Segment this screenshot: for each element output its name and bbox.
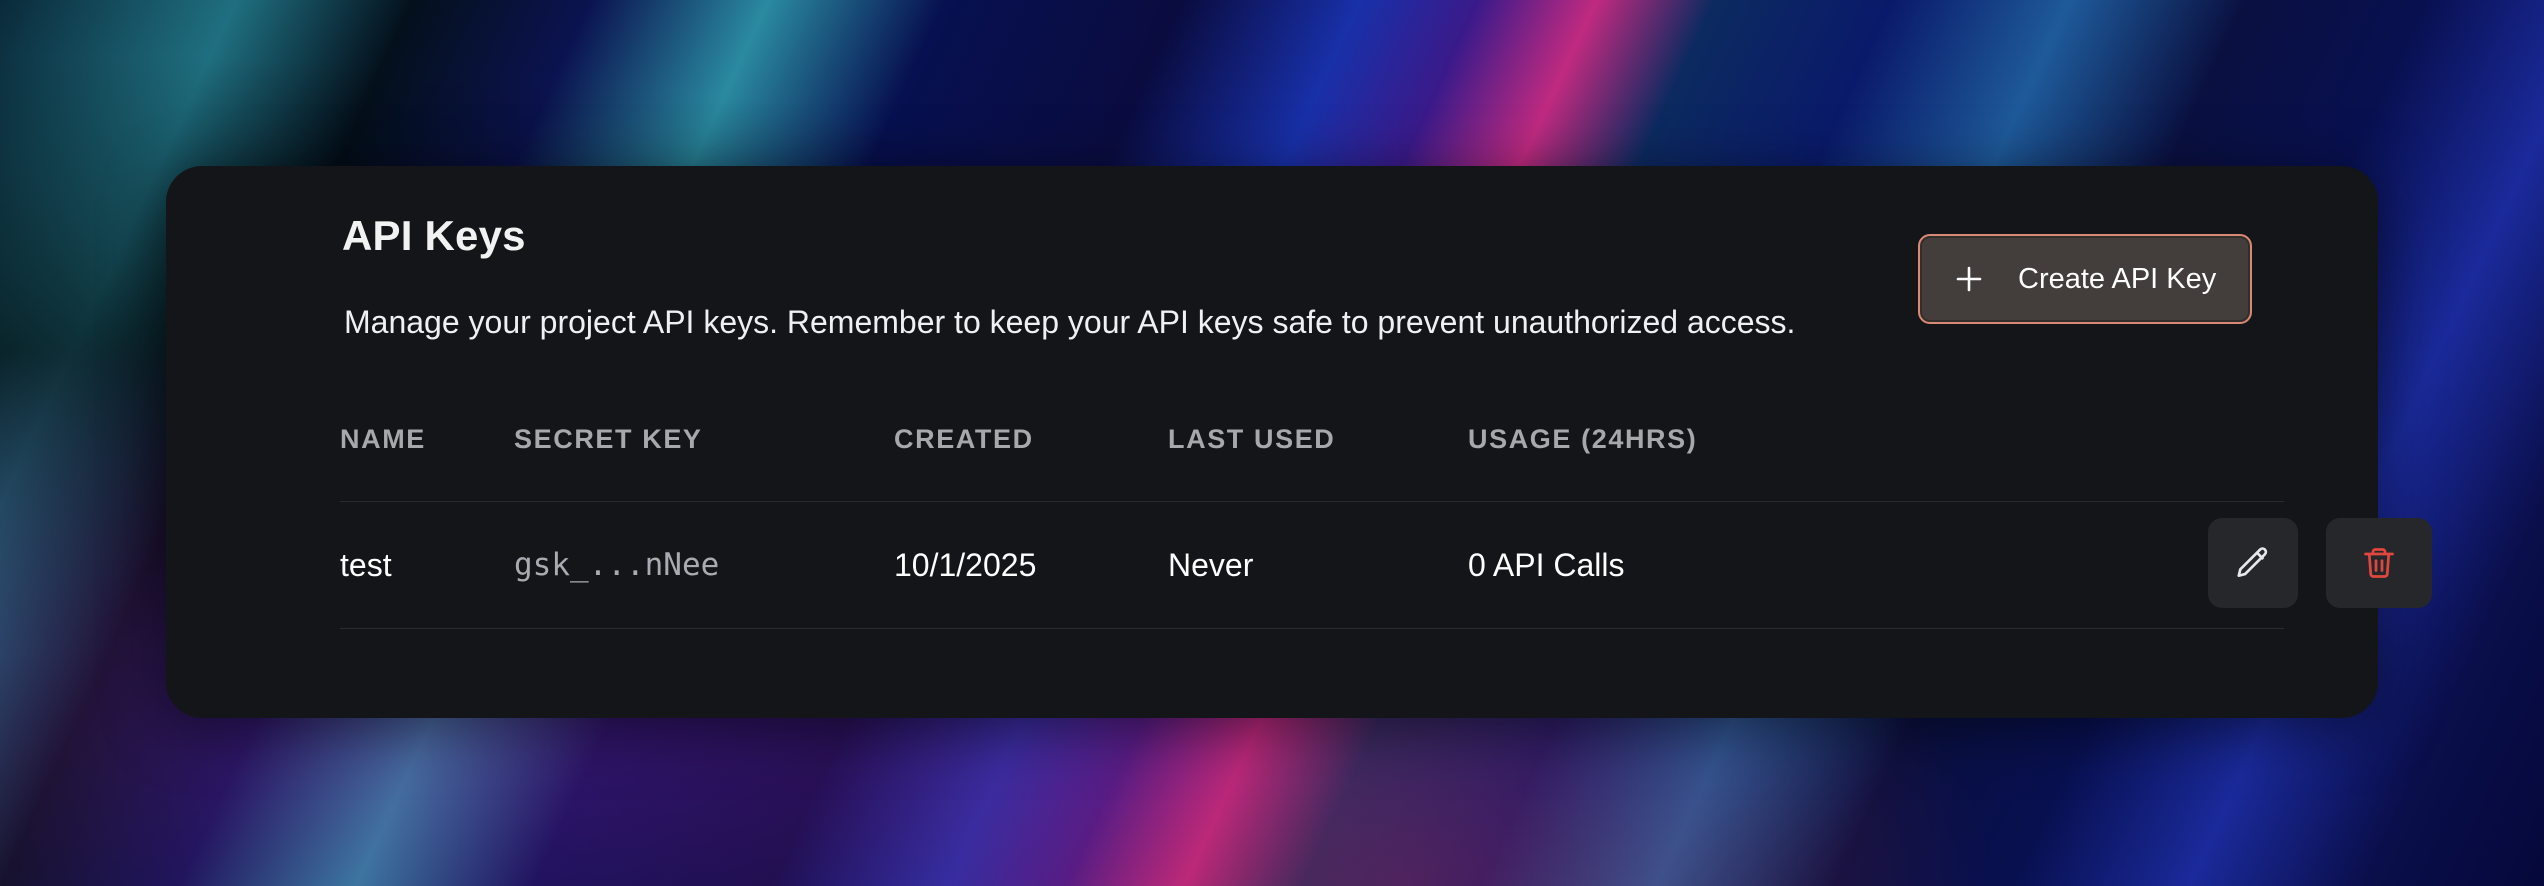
column-header-usage: USAGE (24HRS) xyxy=(1468,424,1698,454)
created-date: 10/1/2025 xyxy=(894,546,1037,583)
pencil-icon xyxy=(2237,547,2268,578)
plus-icon xyxy=(1956,266,1982,292)
edit-key-button[interactable] xyxy=(2208,518,2298,608)
row-divider xyxy=(340,628,2284,629)
column-header-secret-key: SECRET KEY xyxy=(514,424,703,454)
page-title: API Keys xyxy=(342,212,526,259)
create-api-key-label: Create API Key xyxy=(2018,262,2217,295)
create-api-key-button[interactable]: Create API Key xyxy=(1918,234,2252,324)
column-header-created: CREATED xyxy=(894,424,1034,454)
api-keys-card: API Keys Manage your project API keys. R… xyxy=(166,166,2432,718)
key-name: test xyxy=(340,546,392,583)
table-row: test gsk_...nNee 10/1/2025 Never 0 API C… xyxy=(340,502,2432,628)
table-header: NAME SECRET KEY CREATED LAST USED USAGE … xyxy=(340,424,2284,464)
last-used-value: Never xyxy=(1168,546,1254,583)
column-header-name: NAME xyxy=(340,424,426,454)
page-description: Manage your project API keys. Remember t… xyxy=(344,304,1796,340)
usage-value: 0 API Calls xyxy=(1468,546,1625,583)
delete-key-button[interactable] xyxy=(2326,518,2432,608)
column-header-last-used: LAST USED xyxy=(1168,424,1336,454)
trash-icon xyxy=(2364,548,2394,578)
secret-key-value: gsk_...nNee xyxy=(514,547,720,583)
